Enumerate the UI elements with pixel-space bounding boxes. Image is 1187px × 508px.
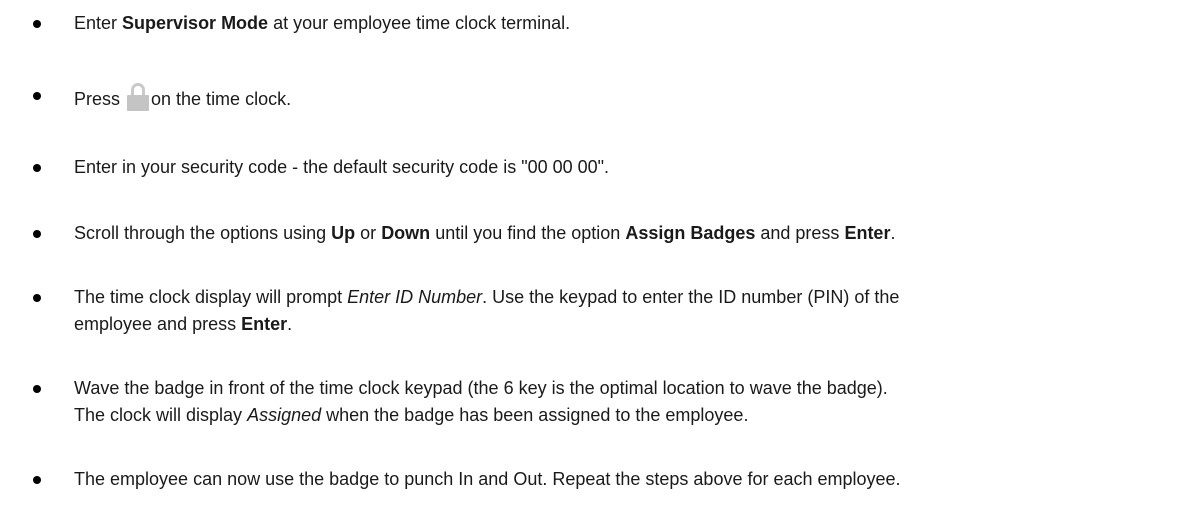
text-run: when the badge has been assigned to the …	[321, 405, 749, 425]
text-run: at your employee time clock terminal.	[268, 13, 571, 33]
step-text: The employee can now use the badge to pu…	[74, 466, 1154, 493]
bullet-icon	[33, 20, 41, 28]
text-run: . Use the keypad to enter the ID number …	[482, 287, 900, 307]
text-run: The employee can now use the badge to pu…	[74, 469, 901, 489]
bullet-icon	[33, 92, 41, 100]
bold-term: Down	[381, 223, 431, 243]
text-run: .	[890, 223, 896, 243]
text-run: or	[355, 223, 382, 243]
text-run: Press	[74, 89, 126, 109]
bold-term: Enter	[844, 223, 891, 243]
lock-icon	[127, 82, 150, 112]
italic-term: Enter ID Number	[347, 287, 483, 307]
text-run: .	[287, 314, 293, 334]
bold-term: Supervisor Mode	[122, 13, 269, 33]
italic-term: Assigned	[247, 405, 322, 425]
step-text: Wave the badge in front of the time cloc…	[74, 375, 1154, 429]
bullet-icon	[33, 476, 41, 484]
text-run: Scroll through the options using	[74, 223, 332, 243]
text-run: and press	[755, 223, 845, 243]
text-run: Wave the badge in front of the time cloc…	[74, 378, 888, 398]
text-run: Enter in your security code - the defaul…	[74, 157, 610, 177]
text-run: on the time clock.	[151, 89, 292, 109]
bold-term: Enter	[241, 314, 288, 334]
bold-term: Up	[331, 223, 356, 243]
step-text: Enter in your security code - the defaul…	[74, 154, 1154, 181]
bullet-icon	[33, 164, 41, 172]
step-text: Press on the time clock.	[74, 82, 1154, 113]
bullet-icon	[33, 230, 41, 238]
bullet-icon	[33, 294, 41, 302]
text-run: employee and press	[74, 314, 242, 334]
step-text: Enter Supervisor Mode at your employee t…	[74, 10, 1154, 37]
text-run: until you find the option	[430, 223, 626, 243]
text-run: The time clock display will prompt	[74, 287, 348, 307]
step-text: Scroll through the options using Up or D…	[74, 220, 1154, 247]
bullet-icon	[33, 385, 41, 393]
text-run: The clock will display	[74, 405, 248, 425]
bold-term: Assign Badges	[625, 223, 756, 243]
text-run: Enter	[74, 13, 123, 33]
step-text: The time clock display will prompt Enter…	[74, 284, 1154, 338]
